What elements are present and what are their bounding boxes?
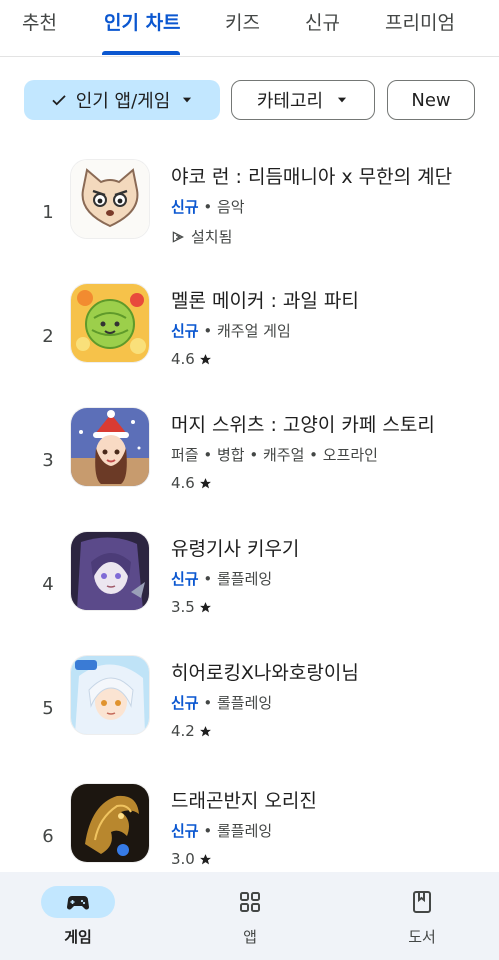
tab-premium[interactable]: 프리미엄: [385, 8, 455, 35]
rank-number: 6: [42, 826, 54, 847]
rating-value: 3.0: [171, 850, 195, 868]
star-icon: [199, 725, 211, 736]
star-icon: [199, 477, 211, 488]
rating-value: 4.6: [171, 350, 195, 368]
new-badge: 신규: [171, 694, 199, 712]
rating-value: 4.6: [171, 474, 195, 492]
app-meta: 신규 • 롤플레잉: [171, 822, 273, 840]
nav-apps-label: 앱: [243, 928, 257, 946]
nav-books[interactable]: 도서: [367, 872, 477, 960]
check-icon: [52, 95, 66, 106]
app-rating: 4.2: [171, 722, 212, 740]
list-item[interactable]: 2 멜론 메이커 : 과일 파티 신규 • 캐주얼 게임 4.6: [0, 284, 499, 408]
rank-number: 4: [42, 574, 54, 595]
new-badge: 신규: [171, 322, 199, 340]
app-meta: 퍼즐 • 병합 • 캐주얼 • 오프라인: [171, 444, 378, 465]
app-meta: 신규 • 롤플레잉: [171, 694, 273, 712]
app-tags: 음악: [217, 198, 245, 216]
app-meta: 신규 • 롤플레잉: [171, 570, 273, 588]
app-title: 히어로킹X나와호랑이님: [171, 662, 359, 684]
install-status-label: 설치됨: [191, 228, 233, 246]
app-title: 머지 스위츠 : 고양이 카페 스토리: [171, 414, 435, 436]
app-rating: 3.0: [171, 850, 212, 868]
star-icon: [199, 353, 211, 364]
app-icon: [71, 284, 149, 362]
app-icon: [71, 160, 149, 238]
star-icon: [199, 601, 211, 612]
app-rating: 4.6: [171, 350, 212, 368]
new-filter-label: New: [411, 89, 451, 111]
app-tags: 캐주얼 게임: [217, 322, 291, 340]
list-item[interactable]: 1 야코 런 : 리듬매니아 x 무한의 계단 신규 • 음악 설치됨: [0, 160, 499, 284]
app-rating: 3.5: [171, 598, 212, 616]
new-filter-chip[interactable]: New: [387, 80, 475, 120]
app-title: 유령기사 키우기: [171, 538, 300, 560]
app-tags: 롤플레잉: [217, 822, 273, 840]
installed-icon: [172, 230, 184, 243]
new-badge: 신규: [171, 822, 199, 840]
app-title: 드래곤반지 오리진: [171, 790, 317, 812]
rank-number: 1: [42, 202, 54, 223]
nav-books-label: 도서: [408, 928, 436, 946]
active-tab-indicator: [102, 51, 180, 55]
app-icon: [71, 656, 149, 734]
tab-kids[interactable]: 키즈: [225, 8, 260, 35]
tab-top-charts[interactable]: 인기 차트: [104, 8, 181, 35]
app-tags: 퍼즐 • 병합 • 캐주얼 • 오프라인: [171, 446, 378, 464]
app-title: 멜론 메이커 : 과일 파티: [171, 290, 359, 312]
rating-value: 3.5: [171, 598, 195, 616]
new-badge: 신규: [171, 570, 199, 588]
app-icon: [71, 532, 149, 610]
top-tab-bar: 추천 인기 차트 키즈 신규 프리미엄: [0, 0, 499, 57]
chart-type-chip[interactable]: 인기 앱/게임: [24, 80, 220, 120]
tab-new[interactable]: 신규: [305, 8, 340, 35]
star-icon: [199, 853, 211, 864]
bottom-navigation: 게임 앱 도서: [0, 872, 499, 960]
category-chip[interactable]: 카테고리: [231, 80, 375, 120]
app-icon: [71, 784, 149, 862]
list-item[interactable]: 5 히어로킹X나와호랑이님 신규 • 롤플레잉 4.2: [0, 656, 499, 780]
app-title: 야코 런 : 리듬매니아 x 무한의 계단: [171, 166, 453, 188]
app-meta: 신규 • 캐주얼 게임: [171, 322, 291, 340]
nav-games-label: 게임: [64, 928, 92, 946]
dropdown-arrow-icon: [183, 97, 192, 103]
list-item[interactable]: 3 머지 스위츠 : 고양이 카페 스토리 퍼즐 • 병합 • 캐주얼 • 오프…: [0, 408, 499, 532]
tab-recommended[interactable]: 추천: [22, 8, 57, 35]
apps-grid-icon: [240, 892, 260, 912]
gamepad-icon: [67, 896, 89, 910]
rank-number: 3: [42, 450, 54, 471]
app-meta: 신규 • 음악: [171, 198, 245, 216]
nav-apps[interactable]: 앱: [195, 872, 305, 960]
install-status: 설치됨: [171, 226, 232, 247]
app-tags: 롤플레잉: [217, 570, 273, 588]
app-tags: 롤플레잉: [217, 694, 273, 712]
rank-number: 2: [42, 326, 54, 347]
dropdown-arrow-icon: [338, 97, 347, 103]
app-rating: 4.6: [171, 474, 212, 492]
app-icon: [71, 408, 149, 486]
category-label: 카테고리: [256, 91, 324, 112]
rank-number: 5: [42, 698, 54, 719]
nav-games[interactable]: 게임: [23, 872, 133, 960]
list-item[interactable]: 4 유령기사 키우기 신규 • 롤플레잉 3.5: [0, 532, 499, 656]
chart-type-label: 인기 앱/게임: [75, 91, 171, 112]
rating-value: 4.2: [171, 722, 195, 740]
new-badge: 신규: [171, 198, 199, 216]
book-icon: [413, 891, 431, 913]
